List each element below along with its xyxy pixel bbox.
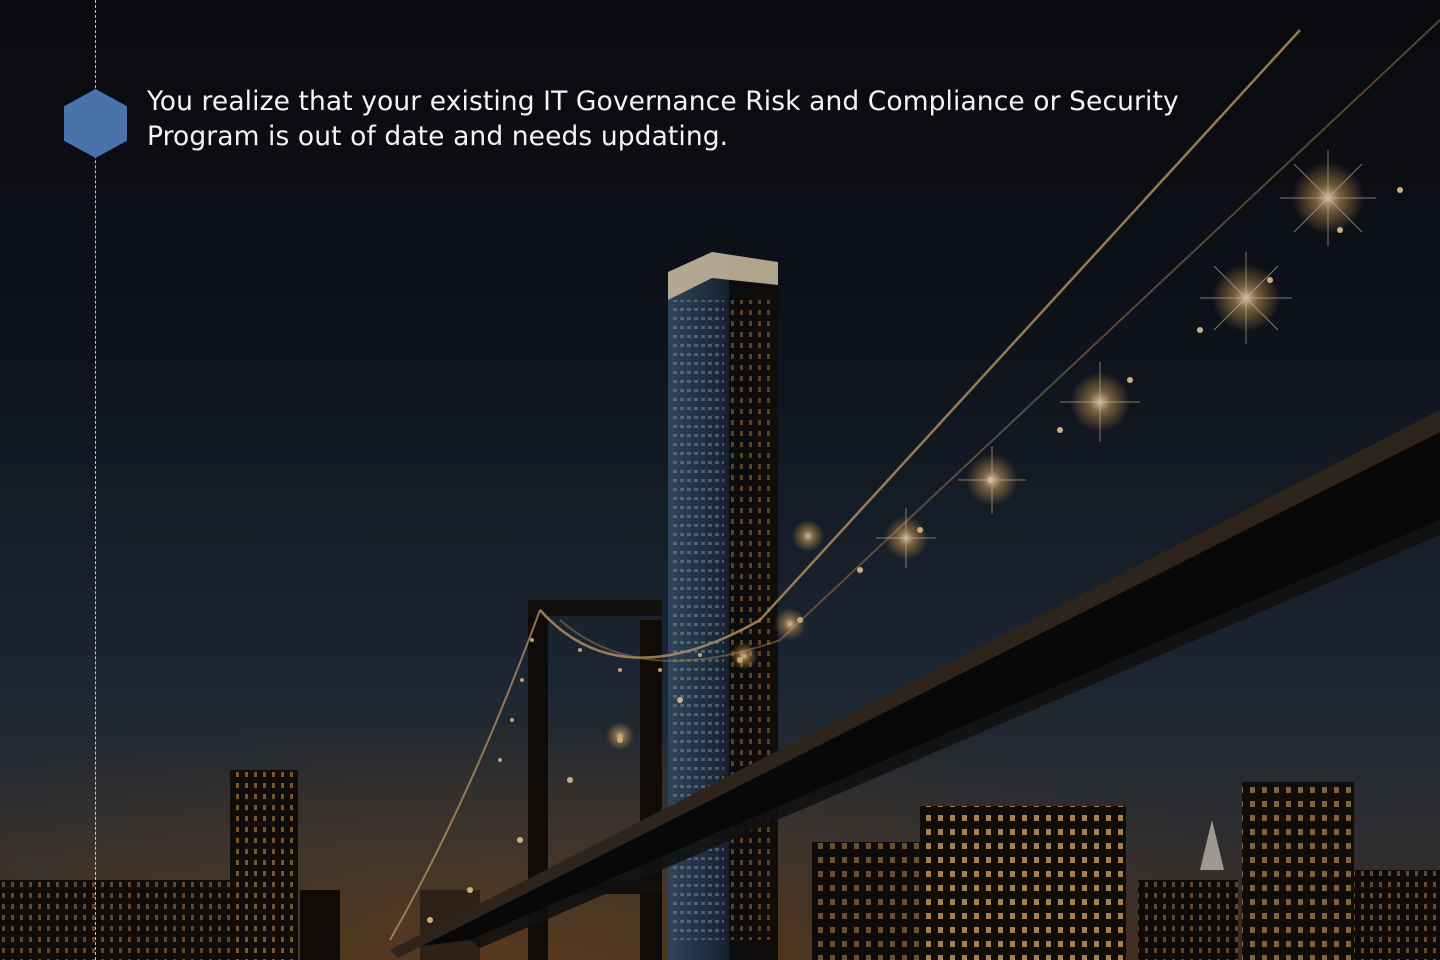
slide: You realize that your existing IT Govern…: [0, 0, 1440, 960]
hexagon-icon: [64, 89, 127, 158]
slide-text: You realize that your existing IT Govern…: [147, 86, 1179, 152]
